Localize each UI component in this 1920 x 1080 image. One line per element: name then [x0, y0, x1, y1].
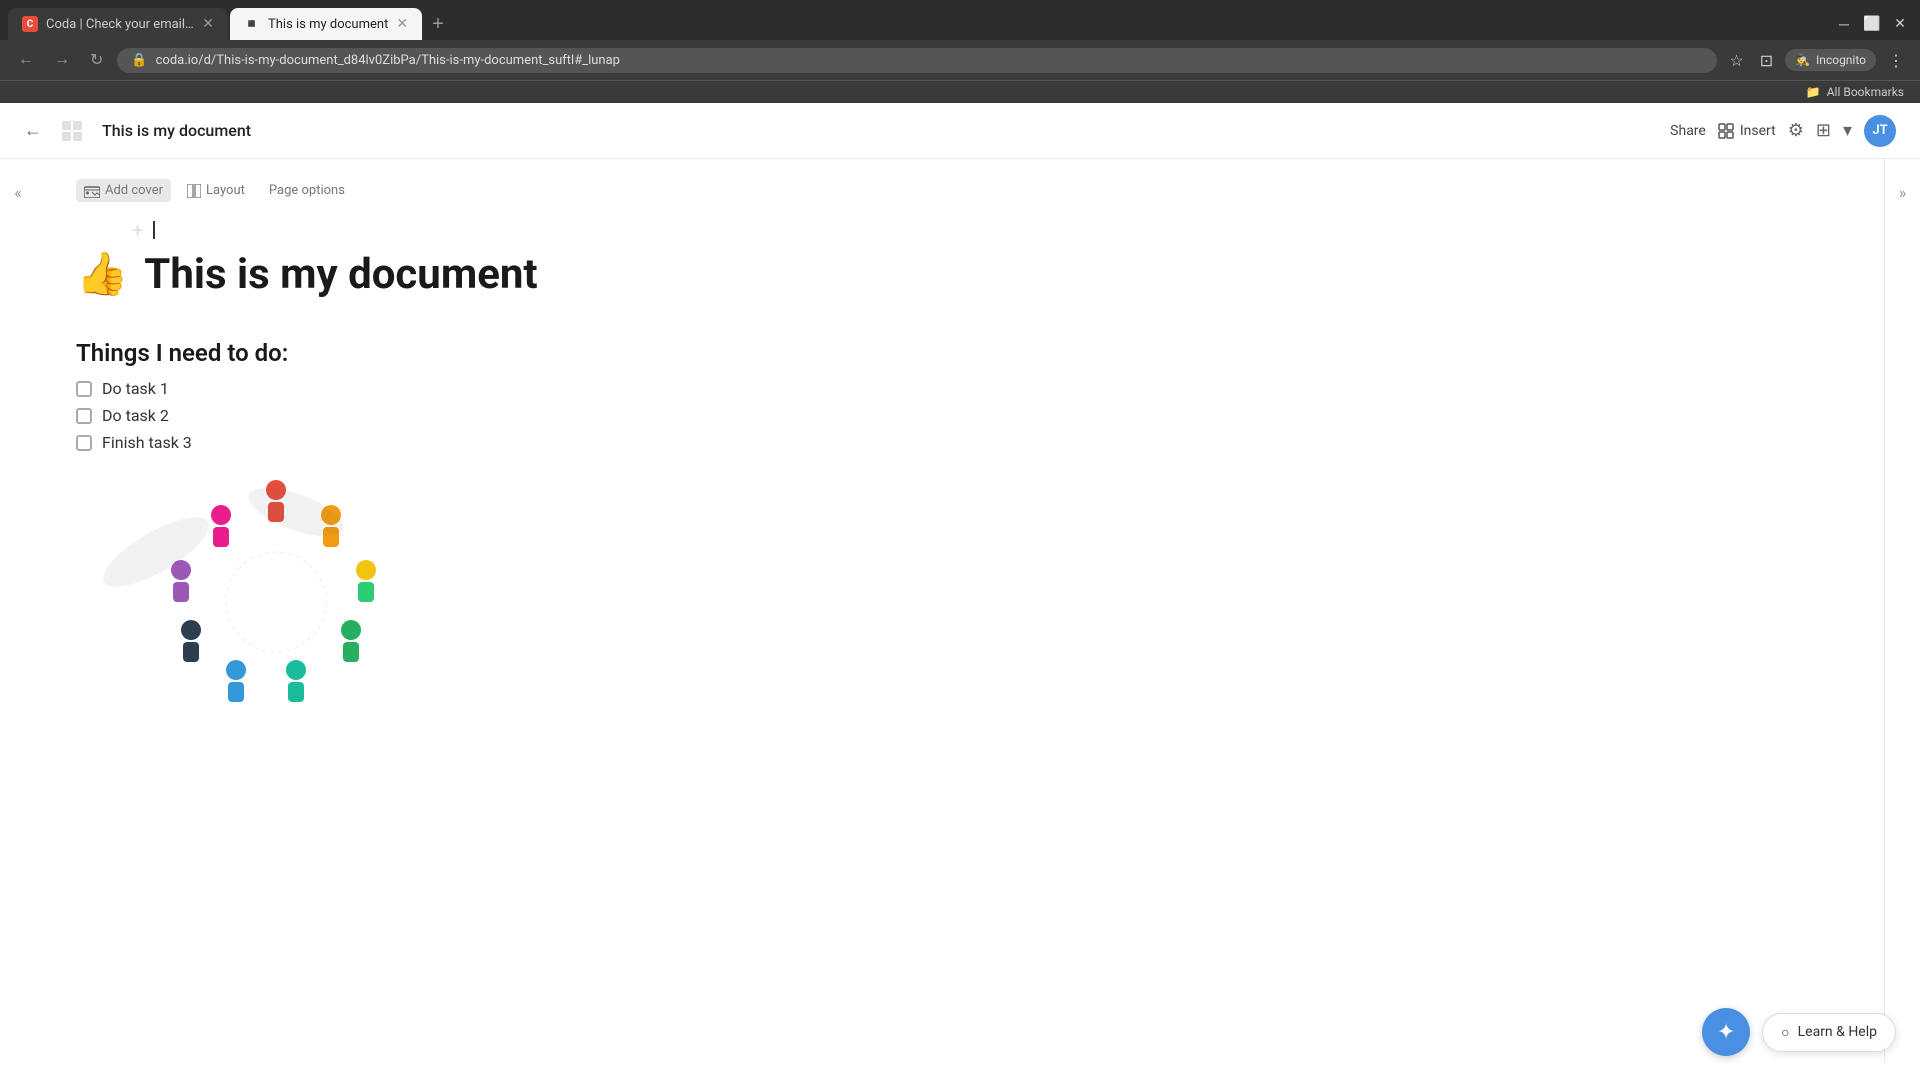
app-container: ← This is my document Share Insert: [0, 103, 1920, 1063]
learn-help-label: Learn & Help: [1798, 1024, 1877, 1040]
cursor-row: +: [76, 218, 1804, 242]
browser-tab-bar: C Coda | Check your email to fi... ✕ ◾ T…: [0, 0, 1920, 40]
tab-2-title: This is my document: [268, 17, 388, 32]
incognito-badge[interactable]: 🕵 Incognito: [1785, 49, 1876, 71]
task-3-checkbox[interactable]: [76, 435, 92, 451]
people-illustration: [76, 472, 1804, 756]
doc-title-area: 👍 This is my document: [76, 250, 1804, 299]
insert-icon: [1718, 123, 1734, 139]
browser-tab-2[interactable]: ◾ This is my document ✕: [230, 8, 422, 40]
new-tab-button[interactable]: +: [424, 9, 452, 40]
task-item-1: Do task 1: [76, 379, 1804, 398]
task-item-3: Finish task 3: [76, 433, 1804, 452]
page-options-button[interactable]: Page options: [261, 179, 353, 202]
sidebar-expand-icon[interactable]: «: [14, 183, 22, 202]
task-1-label: Do task 1: [102, 379, 169, 398]
forward-nav-button[interactable]: →: [48, 47, 76, 73]
minimize-button[interactable]: ─: [1832, 12, 1856, 36]
chevron-down-icon[interactable]: ▾: [1843, 120, 1852, 141]
lock-icon: 🔒: [131, 53, 147, 68]
address-text: coda.io/d/This-is-my-document_d84lv0ZibP…: [156, 53, 620, 68]
section-heading: Things I need to do:: [76, 339, 1804, 367]
learn-help-button[interactable]: ○ Learn & Help: [1762, 1013, 1896, 1052]
tab-1-close-icon[interactable]: ✕: [202, 16, 214, 32]
sparkle-icon: ✦: [1717, 1020, 1735, 1045]
help-section: ✦ ○ Learn & Help: [1702, 1008, 1896, 1056]
all-bookmarks-label: All Bookmarks: [1827, 85, 1904, 99]
coda-favicon: C: [22, 16, 38, 32]
main-content: « Add cover: [0, 159, 1920, 1063]
coda-table-icon: [60, 119, 84, 143]
doc-body: Add cover Layout Page options +: [36, 159, 1884, 1063]
help-circle-icon: ○: [1781, 1024, 1789, 1041]
incognito-label: Incognito: [1816, 53, 1866, 67]
restore-button[interactable]: ⬜: [1860, 12, 1884, 36]
doc-main-title[interactable]: This is my document: [144, 250, 537, 299]
template-icon[interactable]: ⊞: [1816, 120, 1831, 141]
layout-button[interactable]: Layout: [179, 179, 253, 202]
tab-2-favicon: ◾: [244, 16, 260, 32]
menu-icon[interactable]: ⋮: [1884, 47, 1908, 74]
page-options-label: Page options: [269, 183, 345, 198]
sparkle-button[interactable]: ✦: [1702, 1008, 1750, 1056]
task-1-checkbox[interactable]: [76, 381, 92, 397]
doc-emoji-icon[interactable]: 👍: [76, 250, 128, 299]
insert-button[interactable]: Insert: [1718, 123, 1776, 139]
sidebar-toggle-area: «: [0, 159, 36, 1063]
browser-tab-1[interactable]: C Coda | Check your email to fi... ✕: [8, 8, 228, 40]
doc-icon: [58, 117, 86, 145]
layout-label: Layout: [206, 183, 245, 198]
browser-toolbar: ← → ↻ 🔒 coda.io/d/This-is-my-document_d8…: [0, 40, 1920, 80]
text-cursor: [153, 221, 155, 239]
avatar[interactable]: JT: [1864, 115, 1896, 147]
header-actions: Share Insert ⚙ ⊞ ▾ JT: [1670, 115, 1896, 147]
task-2-label: Do task 2: [102, 406, 169, 425]
browser-chrome: C Coda | Check your email to fi... ✕ ◾ T…: [0, 0, 1920, 103]
back-nav-button[interactable]: ←: [12, 47, 40, 73]
task-2-checkbox[interactable]: [76, 408, 92, 424]
app-header: ← This is my document Share Insert: [0, 103, 1920, 159]
close-button[interactable]: ✕: [1888, 12, 1912, 36]
add-cover-icon: [84, 184, 100, 198]
share-button[interactable]: Share: [1670, 123, 1706, 139]
window-controls: ─ ⬜ ✕: [1832, 12, 1912, 36]
toolbar-actions: ☆ ⊡ 🕵 Incognito ⋮: [1725, 47, 1908, 74]
sidebar-icon[interactable]: ⊡: [1756, 47, 1777, 74]
add-cover-label: Add cover: [105, 183, 163, 198]
add-cover-button[interactable]: Add cover: [76, 179, 171, 202]
task-item-2: Do task 2: [76, 406, 1804, 425]
tab-1-title: Coda | Check your email to fi...: [46, 17, 194, 32]
back-button[interactable]: ←: [24, 120, 42, 141]
settings-icon[interactable]: ⚙: [1788, 120, 1804, 141]
background-decorations: [76, 472, 376, 732]
right-panel-collapse-icon[interactable]: »: [1899, 183, 1907, 202]
insert-label: Insert: [1740, 123, 1776, 139]
tab-2-close-icon[interactable]: ✕: [396, 16, 408, 32]
bookmarks-bar: 📁 All Bookmarks: [0, 80, 1920, 103]
incognito-icon: 🕵: [1795, 53, 1810, 67]
page-actions-toolbar: Add cover Layout Page options: [76, 179, 1804, 202]
doc-title-header: This is my document: [102, 121, 1654, 140]
address-bar[interactable]: 🔒 coda.io/d/This-is-my-document_d84lv0Zi…: [117, 48, 1717, 73]
all-bookmarks-button[interactable]: 📁 All Bookmarks: [1806, 85, 1904, 99]
layout-icon: [187, 184, 201, 198]
right-panel-toggle: »: [1884, 159, 1920, 1063]
star-icon[interactable]: ☆: [1725, 47, 1747, 74]
add-block-icon[interactable]: +: [132, 218, 143, 242]
bookmarks-folder-icon: 📁: [1806, 85, 1821, 99]
refresh-button[interactable]: ↻: [84, 46, 109, 74]
task-3-label: Finish task 3: [102, 433, 192, 452]
task-list: Do task 1 Do task 2 Finish task 3: [76, 379, 1804, 452]
